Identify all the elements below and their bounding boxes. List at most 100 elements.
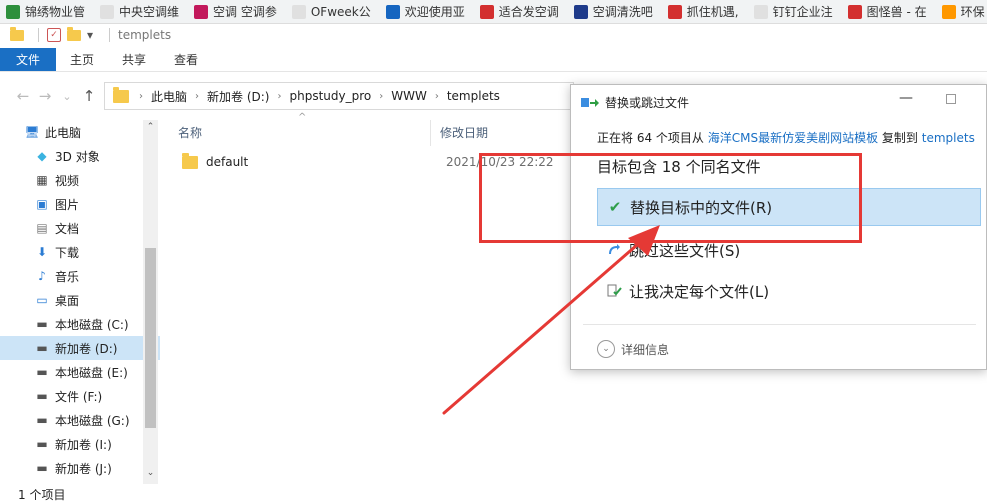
sidebar-item[interactable]: 🖥 此电脑: [0, 120, 160, 144]
chevron-down-icon: ⌄: [597, 340, 615, 358]
breadcrumb-phpstudy[interactable]: phpstudy_pro: [289, 89, 371, 103]
bookmark-item[interactable]: 空调清洗吧: [568, 0, 662, 23]
column-header-name[interactable]: 名称: [178, 124, 202, 141]
drive-icon: ▬: [36, 389, 48, 403]
tab-share[interactable]: 共享: [108, 48, 160, 71]
scrollbar-thumb[interactable]: [145, 248, 156, 428]
bookmark-label: 适合发空调: [498, 5, 559, 19]
recent-locations-chevron-icon[interactable]: ⌄: [56, 90, 78, 103]
drive-icon: ▬: [36, 317, 48, 331]
address-bar[interactable]: › 此电脑 › 新加卷 (D:) › phpstudy_pro › WWW › …: [104, 82, 574, 110]
3d-objects-icon: ◆: [37, 149, 47, 163]
window-title: templets: [118, 28, 172, 42]
bookmark-favicon-icon: [667, 4, 682, 19]
maximize-button[interactable]: [936, 87, 966, 111]
bookmark-label: 锦绣物业管: [25, 5, 86, 19]
checkmark-icon: ✔: [608, 198, 622, 216]
sidebar-item[interactable]: ♪ 音乐: [0, 264, 160, 288]
column-header-date[interactable]: 修改日期: [440, 124, 488, 141]
bookmark-item[interactable]: 适合发空调: [474, 0, 568, 23]
sidebar-item[interactable]: ▬ 新加卷 (D:): [0, 336, 160, 360]
breadcrumb-www[interactable]: WWW: [391, 89, 427, 103]
copy-files-icon: [581, 96, 599, 110]
sidebar-item[interactable]: ▬ 文件 (F:): [0, 384, 160, 408]
tab-file[interactable]: 文件: [0, 48, 57, 71]
replace-or-skip-dialog: 替换或跳过文件 — 正在将 64 个项目从 海洋CMS最新仿爱美剧网站模板 复制…: [570, 84, 987, 370]
bookmark-item[interactable]: OFweek公: [286, 0, 380, 23]
sidebar-item-label: 本地磁盘 (E:): [55, 365, 128, 380]
properties-icon[interactable]: ✓: [47, 28, 61, 42]
bookmark-item[interactable]: 抓住机遇,: [662, 0, 748, 23]
folder-icon: [10, 26, 24, 41]
sidebar-item[interactable]: ▬ 新加卷 (J:): [0, 456, 160, 480]
new-folder-icon[interactable]: [67, 26, 81, 41]
bookmark-item[interactable]: 空调 空调参: [188, 0, 286, 23]
chevron-right-icon[interactable]: ›: [379, 91, 383, 102]
quick-access-menu-icon[interactable]: ▾: [87, 28, 93, 42]
column-divider[interactable]: [430, 120, 431, 146]
file-name: default: [206, 155, 249, 169]
scroll-down-icon[interactable]: ⌄: [143, 468, 158, 478]
breadcrumb-drive-d[interactable]: 新加卷 (D:): [207, 88, 269, 105]
breadcrumb-templets[interactable]: templets: [447, 89, 500, 103]
sidebar-item-label: 文档: [55, 221, 80, 236]
bookmark-favicon-icon: [6, 4, 20, 19]
chevron-right-icon[interactable]: ›: [195, 91, 199, 102]
file-date: 2021/10/23 22:22: [446, 155, 554, 169]
chevron-right-icon: ›: [139, 90, 143, 102]
sidebar-item-label: 桌面: [55, 293, 80, 308]
chevron-right-icon[interactable]: ›: [435, 91, 439, 102]
file-row[interactable]: default 2021/10/23 22:22: [174, 150, 574, 174]
target-folder-link[interactable]: templets: [922, 131, 975, 145]
sidebar-item[interactable]: ⬇ 下载: [0, 240, 160, 264]
bookmark-item[interactable]: 欢迎使用亚: [380, 0, 474, 23]
replace-files-label: 替换目标中的文件(R): [630, 198, 773, 217]
sidebar-item[interactable]: ▬ 本地磁盘 (C:): [0, 312, 160, 336]
sort-chevron-up-icon: ^: [298, 112, 307, 123]
skip-files-option[interactable]: 跳过这些文件(S): [597, 231, 981, 269]
bookmark-label: 中央空调维: [119, 5, 180, 19]
chevron-right-icon[interactable]: ›: [277, 91, 281, 102]
sidebar-item-label: 图片: [55, 197, 80, 212]
navigation-pane: 🖥 此电脑 ◆ 3D 对象 ▦ 视频 ▣ 图片 ▤ 文档 ⬇ 下载 ♪ 音乐 ▭ 桌面 ▬ 本地磁盘 (C:) ▬ 新…: [0, 120, 160, 484]
bookmark-favicon-icon: [753, 4, 768, 19]
minimize-button[interactable]: —: [891, 87, 921, 111]
breadcrumb-this-pc[interactable]: 此电脑: [151, 88, 187, 105]
tab-home[interactable]: 主页: [56, 48, 108, 71]
sidebar-item-label: 3D 对象: [55, 149, 100, 164]
ribbon-tabs: 文件 主页 共享 查看: [0, 48, 987, 72]
bookmark-item[interactable]: 中央空调维: [94, 0, 188, 23]
sidebar-item[interactable]: ▬ 本地磁盘 (E:): [0, 360, 160, 384]
back-button[interactable]: ←: [12, 87, 34, 105]
source-folder-link[interactable]: 海洋CMS最新仿爱美剧网站模板: [708, 131, 878, 145]
sidebar-item[interactable]: ▦ 视频: [0, 168, 160, 192]
sidebar-item[interactable]: ▬ 本地磁盘 (G:): [0, 408, 160, 432]
bookmark-favicon-icon: [291, 4, 306, 19]
sidebar-item-label: 新加卷 (I:): [55, 437, 112, 452]
dialog-title-bar: 替换或跳过文件: [581, 94, 689, 111]
forward-button[interactable]: →: [34, 87, 56, 105]
bookmark-item[interactable]: 锦绣物业管: [0, 0, 94, 23]
navigation-scrollbar[interactable]: ⌃ ⌄: [143, 120, 158, 484]
computer-icon: 🖥: [24, 125, 40, 139]
tab-view[interactable]: 查看: [160, 48, 212, 71]
bookmark-item[interactable]: 钉钉企业注: [748, 0, 842, 23]
sidebar-item[interactable]: ▤ 文档: [0, 216, 160, 240]
bookmark-label: 图怪兽 - 在: [866, 5, 927, 19]
status-bar-text: 1 个项目: [18, 488, 66, 502]
replace-files-option[interactable]: ✔ 替换目标中的文件(R): [597, 188, 981, 226]
bookmark-label: 抓住机遇,: [686, 5, 739, 19]
scroll-up-icon[interactable]: ⌃: [143, 122, 158, 132]
sidebar-item[interactable]: ◆ 3D 对象: [0, 144, 160, 168]
sidebar-item-label: 新加卷 (D:): [55, 341, 118, 356]
more-details-toggle[interactable]: ⌄ 详细信息: [597, 340, 669, 358]
up-button[interactable]: ↑: [78, 87, 100, 105]
sidebar-item[interactable]: ▬ 新加卷 (I:): [0, 432, 160, 456]
sidebar-item[interactable]: ▭ 桌面: [0, 288, 160, 312]
bookmark-item[interactable]: 图怪兽 - 在: [842, 0, 936, 23]
bookmark-label: 环保: [960, 5, 985, 19]
decide-each-option[interactable]: 让我决定每个文件(L): [597, 272, 981, 310]
drive-icon: ▬: [36, 461, 48, 475]
bookmark-item[interactable]: 环保: [936, 0, 987, 23]
sidebar-item[interactable]: ▣ 图片: [0, 192, 160, 216]
